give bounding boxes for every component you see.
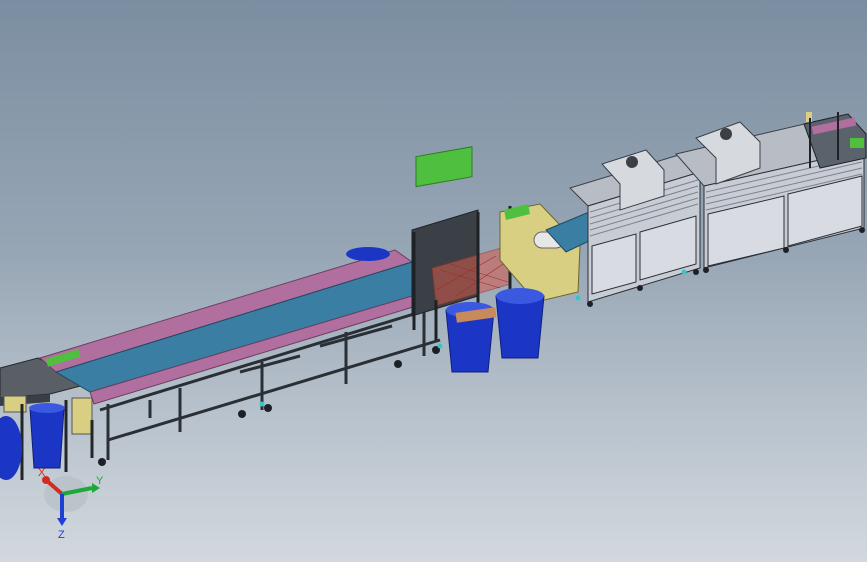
cabinet-machine-1[interactable] bbox=[569, 149, 701, 307]
triad-y-label: Y bbox=[96, 475, 104, 487]
yellow-machine-body bbox=[499, 203, 581, 303]
long-conveyor[interactable] bbox=[38, 247, 443, 466]
assembly-model[interactable] bbox=[0, 0, 867, 562]
cad-viewport[interactable]: X Y Z bbox=[0, 0, 867, 562]
coordinate-triad[interactable]: X Y Z bbox=[32, 462, 122, 552]
bin-center-2 bbox=[495, 288, 545, 359]
triad-z-tip bbox=[57, 518, 67, 526]
bin-left-2-rim bbox=[29, 403, 65, 413]
triad-z-label: Z bbox=[58, 529, 65, 541]
outfeed-green-part bbox=[850, 138, 864, 148]
netting-station[interactable] bbox=[411, 146, 581, 373]
bin-behind-conveyor bbox=[346, 247, 390, 261]
triad-x-label: X bbox=[38, 467, 46, 479]
cabinet-1-hood-vent bbox=[626, 156, 638, 168]
bin-left-1 bbox=[0, 416, 22, 480]
infeed-yellow-block-2 bbox=[71, 397, 93, 435]
bin-center-1 bbox=[445, 302, 497, 373]
bin-left-2 bbox=[29, 407, 65, 469]
netting-green-panel bbox=[415, 146, 473, 188]
cabinet-2-hood-vent bbox=[720, 128, 732, 140]
